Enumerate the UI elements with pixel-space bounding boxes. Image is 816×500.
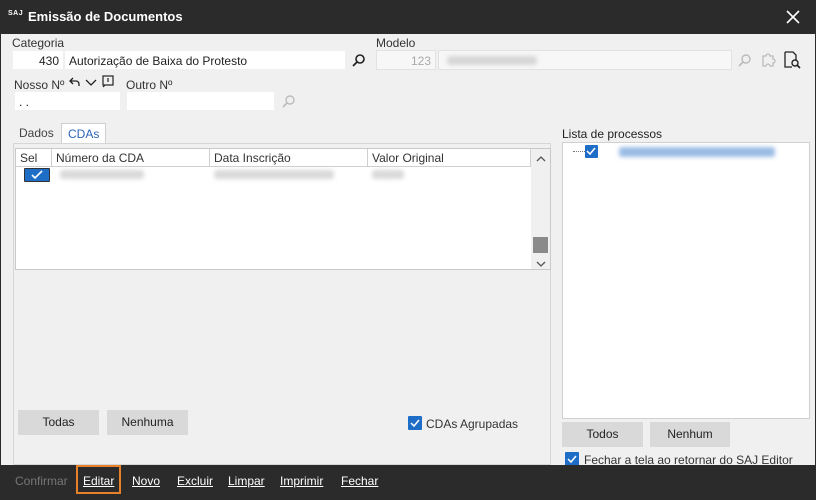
limpar-button[interactable]: Limpar <box>228 474 265 488</box>
close-icon[interactable] <box>782 6 804 28</box>
table-row[interactable] <box>16 167 531 183</box>
document-search-icon[interactable] <box>782 50 802 73</box>
cdas-panel: Sel Número da CDA Data Inscrição Valor O… <box>13 143 551 465</box>
lista-processos-label: Lista de processos <box>562 127 663 141</box>
excluir-button[interactable]: Excluir <box>177 474 213 488</box>
confirmar-button[interactable]: Confirmar <box>15 474 68 488</box>
scroll-thumb[interactable] <box>533 237 548 253</box>
saj-logo: SAJ <box>8 10 24 17</box>
modelo-code-field[interactable]: 123 <box>376 50 436 70</box>
redacted-modelo-text <box>447 56 537 65</box>
modelo-description-field[interactable] <box>438 50 732 70</box>
cdas-agrupadas-label: CDAs Agrupadas <box>426 417 519 431</box>
redacted-data-inscricao <box>214 170 334 179</box>
lista-processos-tree <box>562 142 810 419</box>
undo-icon[interactable] <box>69 76 81 91</box>
nenhum-button[interactable]: Nenhum <box>650 422 730 447</box>
nosso-numero-label: Nosso Nº <box>14 78 65 92</box>
categoria-label: Categoria <box>12 36 65 50</box>
redacted-valor-original <box>372 170 404 179</box>
window-title: Emissão de Documentos <box>28 9 183 24</box>
dialog-body: Categoria 430 Autorização de Baixa do Pr… <box>1 34 815 467</box>
command-bar: Confirmar Editar Novo Excluir Limpar Imp… <box>0 465 816 500</box>
cdas-agrupadas-checkbox[interactable] <box>408 416 422 430</box>
processo-checkbox[interactable] <box>585 145 598 158</box>
outro-numero-label: Outro Nº <box>126 78 173 92</box>
row-select-checkbox[interactable] <box>24 168 50 182</box>
grid-scrollbar[interactable] <box>531 149 550 269</box>
column-header-valor-original[interactable]: Valor Original <box>368 149 531 167</box>
tree-connector <box>573 151 585 152</box>
tab-cdas[interactable]: CDAs <box>61 123 107 143</box>
search-categoria-icon[interactable] <box>352 53 366 70</box>
novo-button[interactable]: Novo <box>132 474 160 488</box>
scroll-up-icon[interactable] <box>536 152 546 166</box>
column-header-data-inscricao[interactable]: Data Inscrição <box>210 149 368 167</box>
imprimir-button[interactable]: Imprimir <box>280 474 323 488</box>
scroll-down-icon[interactable] <box>536 257 546 271</box>
emissao-documentos-window: SAJ Emissão de Documentos Categoria 430 … <box>0 0 816 500</box>
column-header-sel[interactable]: Sel <box>16 149 52 167</box>
redacted-processo <box>619 147 775 157</box>
nosso-numero-field[interactable]: . . <box>14 91 121 111</box>
fechar-button[interactable]: Fechar <box>341 474 378 488</box>
todas-button[interactable]: Todas <box>18 410 99 435</box>
search-modelo-icon[interactable] <box>738 53 752 70</box>
modelo-label: Modelo <box>376 36 416 50</box>
todos-button[interactable]: Todos <box>562 422 643 447</box>
outro-numero-field[interactable] <box>126 91 275 111</box>
redacted-numero-cda <box>60 170 144 179</box>
categoria-code-field[interactable]: 430 <box>12 50 64 70</box>
editar-button[interactable]: Editar <box>83 474 114 488</box>
column-header-numero-cda[interactable]: Número da CDA <box>52 149 210 167</box>
note-icon[interactable] <box>102 75 114 91</box>
cdas-grid: Sel Número da CDA Data Inscrição Valor O… <box>15 148 551 270</box>
title-bar: SAJ Emissão de Documentos <box>0 0 816 34</box>
tab-dados[interactable]: Dados <box>13 123 60 143</box>
fechar-tela-checkbox[interactable] <box>565 452 579 466</box>
categoria-description-field[interactable]: Autorização de Baixa do Protesto <box>64 50 346 70</box>
puzzle-icon[interactable] <box>759 51 777 72</box>
nenhuma-button[interactable]: Nenhuma <box>107 410 188 435</box>
search-outro-icon[interactable] <box>282 94 296 111</box>
chevron-down-icon[interactable] <box>85 77 97 91</box>
